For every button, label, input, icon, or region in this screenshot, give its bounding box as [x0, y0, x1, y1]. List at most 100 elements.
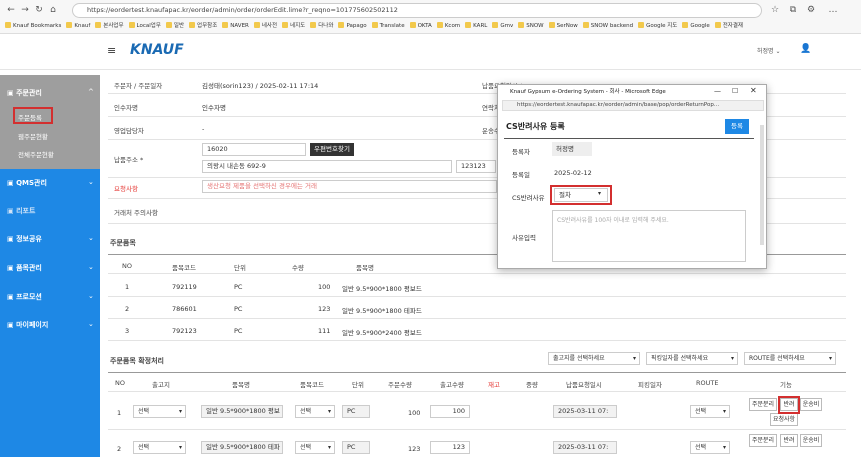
product-name-input[interactable]: 일반 9.5*900*1800 테파 [201, 441, 283, 454]
sidebar-item-product[interactable]: ▣ 품목관리 [7, 263, 42, 273]
home-icon[interactable]: ⌂ [48, 5, 58, 15]
folder-icon [189, 22, 196, 28]
bookmark-item[interactable]: OKTA [409, 20, 432, 33]
highlight-box [778, 396, 800, 414]
bookmark-item[interactable]: 일반 [165, 20, 184, 33]
folder-icon [66, 22, 73, 28]
sidebar-item-promotion[interactable]: ▣ 프로모션 [7, 292, 42, 302]
bookmark-item[interactable]: SNOW [518, 20, 544, 33]
back-icon[interactable]: ← [6, 5, 16, 15]
bookmark-item[interactable]: Google 지도 [638, 20, 677, 33]
warehouse-filter[interactable]: 출고지를 선택하세요 [548, 352, 640, 365]
more-icon[interactable]: … [828, 5, 838, 15]
bookmark-item[interactable]: NAVER [222, 20, 249, 33]
orderer-value: 김성태(sorin123) / 2025-02-11 17:14 [202, 82, 319, 90]
bookmark-item[interactable]: Google [682, 20, 710, 33]
bookmark-item[interactable]: 다나와 [310, 20, 333, 33]
out-qty-input[interactable]: 123 [430, 441, 470, 454]
chevron-down-icon: ⌄ [88, 292, 94, 300]
divider [108, 340, 846, 341]
request-input[interactable]: 생산요청 제품을 선택하신 경우에는 거래 [202, 180, 497, 193]
warehouse-select[interactable]: 선택 [133, 405, 186, 418]
request-note-button[interactable]: 요청사항 [770, 413, 798, 426]
col-header: NO [115, 379, 125, 387]
bookmark-item[interactable]: Local업무 [128, 20, 161, 33]
route-filter[interactable]: ROUTE를 선택하세요 [744, 352, 836, 365]
cell-unit: PC [234, 327, 243, 335]
route-select[interactable]: 선택 [690, 441, 730, 454]
folder-icon [492, 22, 499, 28]
collections-icon[interactable]: ⧉ [788, 5, 798, 15]
product-code-select[interactable]: 선택 [295, 405, 335, 418]
sidebar-item-order[interactable]: ▣ 주문관리 [7, 88, 42, 98]
due-date-input[interactable]: 2025-03-11 07: [553, 405, 617, 418]
shipping-fee-button[interactable]: 운송비 [800, 398, 822, 411]
cell-name: 일반 9.5*900*1800 테파드 [342, 307, 422, 315]
address1-input[interactable]: 의왕시 내손동 692-9 [202, 160, 452, 173]
minimize-icon[interactable]: — [714, 87, 721, 95]
return-button[interactable]: 반려 [780, 434, 798, 447]
bookmark-item[interactable]: SNOW backend [582, 20, 633, 33]
sidebar-sub-web-order[interactable]: 웹주문현황 [18, 131, 48, 141]
favorites-icon[interactable]: ☆ [770, 5, 780, 15]
folder-icon [310, 22, 317, 28]
bookmark-item[interactable]: Gmv [492, 20, 513, 33]
bookmark-item[interactable]: 업무참조 [189, 20, 217, 33]
folder-icon [436, 22, 443, 28]
chevron-down-icon: ⌄ [88, 234, 94, 242]
popup-scrollbar[interactable] [760, 125, 764, 245]
forward-icon[interactable]: → [20, 5, 30, 15]
bookmark-item[interactable]: 네사전 [253, 20, 277, 33]
product-name-input[interactable]: 일반 9.5*900*1800 평보 [201, 405, 283, 418]
split-order-button[interactable]: 주문분리 [749, 434, 777, 447]
sidebar-item-report[interactable]: ▣ 리포트 [7, 206, 35, 216]
bookmark-item[interactable]: Papago [338, 20, 367, 33]
bookmark-item[interactable]: 네지도 [282, 20, 305, 33]
reason-textarea[interactable]: CS반려사유를 100자 이내로 입력해 주세요. [552, 210, 746, 262]
sidebar-sub-all-order[interactable]: 전체주문현황 [18, 149, 54, 159]
refresh-icon[interactable]: ↻ [34, 5, 44, 15]
maximize-icon[interactable]: ☐ [732, 87, 738, 95]
date-label: 등록일 [512, 171, 530, 179]
address-label: 납품주소 * [114, 156, 144, 164]
user-icon[interactable]: 👤 [800, 44, 811, 54]
bookmark-item[interactable]: 전자결재 [714, 20, 743, 33]
out-qty-input[interactable]: 100 [430, 405, 470, 418]
warehouse-select[interactable]: 선택 [133, 441, 186, 454]
bookmark-item[interactable]: Kcom [436, 20, 460, 33]
extensions-icon[interactable]: ⚙ [806, 5, 816, 15]
divider [108, 296, 846, 297]
col-header: 품목코드 [300, 381, 324, 389]
split-order-button[interactable]: 주문분리 [749, 398, 777, 411]
popup-address-bar[interactable]: https://eordertest.knaufapac.kr/eorder/a… [502, 100, 764, 111]
cell-code: 792123 [172, 327, 197, 335]
cell-qty: 123 [318, 305, 331, 313]
folder-icon [95, 22, 102, 28]
route-select[interactable]: 선택 [690, 405, 730, 418]
user-menu[interactable]: 허정명 ⌄ [757, 46, 781, 55]
bookmark-item[interactable]: 본사업무 [95, 20, 124, 33]
bookmark-item[interactable]: SerNow [548, 20, 578, 33]
divider [108, 429, 846, 430]
address-bar[interactable]: https://eordertest.knaufapac.kr/eorder/a… [72, 3, 762, 18]
close-icon[interactable]: ✕ [750, 86, 757, 95]
bookmark-item[interactable]: Translate [371, 20, 405, 33]
bookmark-item[interactable]: KARL [465, 20, 487, 33]
register-button[interactable]: 등록 [725, 119, 749, 134]
zip-search-button[interactable]: 우편번호찾기 [310, 143, 354, 156]
bookmark-item[interactable]: Knauf [66, 20, 90, 33]
bookmark-item[interactable]: Knauf Bookmarks [5, 20, 61, 33]
product-code-select[interactable]: 선택 [295, 441, 335, 454]
menu-toggle-icon[interactable]: ≡ [107, 44, 116, 57]
shipping-fee-button[interactable]: 운송비 [800, 434, 822, 447]
sidebar-item-info[interactable]: ▣ 정보공유 [7, 234, 42, 244]
address2-input[interactable]: 123123 [456, 160, 496, 173]
popup-title: CS반려사유 등록 [506, 122, 565, 131]
sidebar-item-qms[interactable]: ▣ QMS관리 [7, 178, 47, 188]
sidebar-item-mypage[interactable]: ▣ 마이페이지 [7, 320, 48, 330]
due-date-input[interactable]: 2025-03-11 07: [553, 441, 617, 454]
picking-date-filter[interactable]: 픽킹일자를 선택하세요 [646, 352, 738, 365]
cell-qty: 100 [408, 409, 421, 417]
zip-input[interactable]: 16020 [202, 143, 306, 156]
cell-no: 3 [125, 327, 130, 335]
